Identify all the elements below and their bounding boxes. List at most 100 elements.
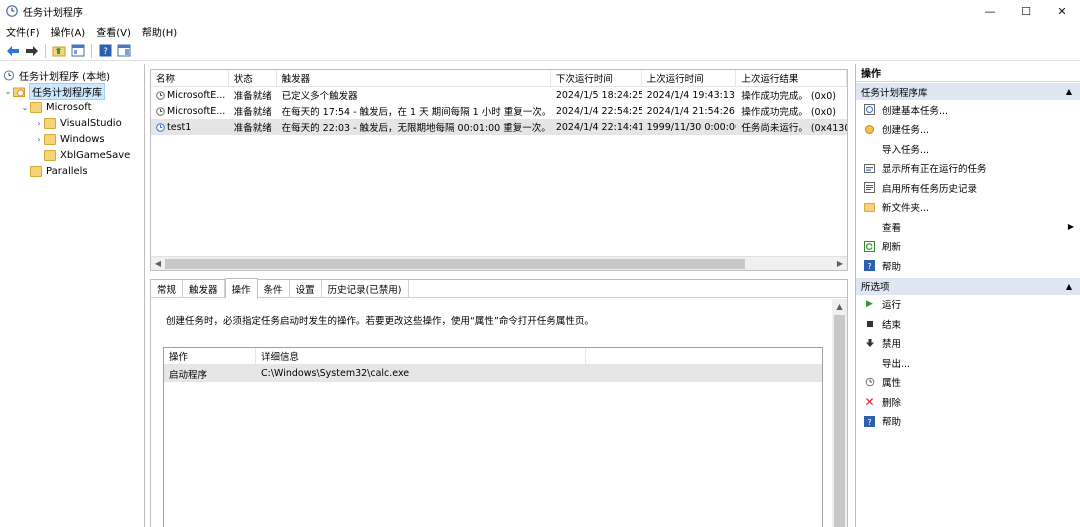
- details-pane: 常规 触发器 操作 条件 设置 历史记录(已禁用) 创建任务时，必须指定任务启动…: [150, 278, 848, 527]
- action-type-cell: 启动程序: [169, 369, 208, 381]
- column-header-trigger[interactable]: 触发器: [277, 70, 551, 86]
- table-row[interactable]: MicrosoftE... 准备就绪 在每天的 17:54 - 触发后，在 1 …: [151, 103, 847, 119]
- scroll-up-icon[interactable]: ▲: [832, 299, 847, 313]
- horizontal-scrollbar[interactable]: ◀ ▶: [151, 256, 847, 270]
- chevron-right-icon[interactable]: ›: [34, 135, 44, 144]
- task-last-result-cell: 任务尚未运行。 (0x4130: [741, 123, 848, 134]
- table-row[interactable]: 启动程序 C:\Windows\System32\calc.exe: [164, 365, 822, 382]
- toolbar-separator: [45, 43, 46, 58]
- collapse-icon[interactable]: ▲: [1066, 282, 1072, 291]
- menu-view[interactable]: 查看(V): [90, 24, 136, 39]
- tab-conditions[interactable]: 条件: [258, 280, 290, 297]
- help-icon: ?: [99, 44, 111, 57]
- blank-icon: [864, 143, 875, 154]
- action-end[interactable]: 结束: [856, 314, 1080, 334]
- action-new-folder[interactable]: 新文件夹...: [856, 198, 1080, 218]
- tree-node-windows[interactable]: › Windows: [0, 131, 144, 147]
- column-header-status[interactable]: 状态: [229, 70, 277, 86]
- action-create-task[interactable]: 创建任务...: [856, 120, 1080, 140]
- task-last-run-cell: 2024/1/4 19:43:13: [646, 89, 735, 101]
- column-header-last-run[interactable]: 上次运行时间: [642, 70, 737, 86]
- create-task-icon: [864, 124, 875, 135]
- action-run[interactable]: ▶ 运行: [856, 295, 1080, 315]
- action-show-running-tasks[interactable]: 显示所有正在运行的任务: [856, 159, 1080, 179]
- tree-label: Parallels: [46, 165, 88, 177]
- tree-label: Windows: [60, 133, 105, 145]
- console-tree: 任务计划程序 (本地) ⌄ 任务计划程序库 ⌄ Microsoft › Visu…: [0, 64, 145, 527]
- scrollbar-thumb[interactable]: [834, 315, 845, 527]
- column-header-last-result[interactable]: 上次运行结果: [736, 70, 848, 86]
- action-enable-history[interactable]: 启用所有任务历史记录: [856, 178, 1080, 198]
- column-header-details[interactable]: 详细信息: [256, 348, 586, 364]
- chevron-down-icon[interactable]: ⌄: [3, 87, 13, 96]
- back-button[interactable]: [5, 43, 21, 59]
- create-basic-task-icon: [864, 104, 875, 116]
- section-header-selected-item[interactable]: 所选项 ▲: [856, 277, 1080, 295]
- close-button[interactable]: ✕: [1044, 0, 1080, 22]
- tab-actions[interactable]: 操作: [224, 278, 258, 299]
- tree-node-parallels[interactable]: Parallels: [0, 163, 144, 179]
- maximize-button[interactable]: ☐: [1008, 0, 1044, 22]
- stop-icon: [864, 318, 875, 329]
- task-trigger-cell: 已定义多个触发器: [281, 91, 358, 102]
- running-tasks-icon: [864, 163, 875, 174]
- history-icon: [864, 182, 875, 194]
- task-list: 名称 状态 触发器 下次运行时间 上次运行时间 上次运行结果 Microsoft…: [150, 69, 848, 271]
- scroll-right-icon[interactable]: ▶: [833, 257, 847, 271]
- action-refresh[interactable]: 刷新: [856, 237, 1080, 257]
- action-pane-icon: [117, 44, 131, 57]
- action-create-basic-task[interactable]: 创建基本任务...: [856, 100, 1080, 120]
- tab-general[interactable]: 常规: [151, 280, 184, 297]
- section-header-library[interactable]: 任务计划程序库 ▲: [856, 83, 1080, 100]
- minimize-button[interactable]: —: [972, 0, 1008, 22]
- help-icon: ?: [864, 260, 875, 272]
- tab-history[interactable]: 历史记录(已禁用): [322, 280, 409, 297]
- chevron-down-icon[interactable]: ⌄: [20, 103, 30, 112]
- up-folder-button[interactable]: [51, 43, 67, 59]
- task-next-run-cell: 2024/1/5 18:24:25: [555, 89, 642, 101]
- task-status-cell: 准备就绪: [233, 107, 272, 118]
- help-icon: ?: [864, 415, 875, 427]
- tree-node-root[interactable]: 任务计划程序 (本地): [0, 67, 144, 83]
- action-disable[interactable]: 禁用: [856, 334, 1080, 354]
- action-view[interactable]: 查看 ▶: [856, 217, 1080, 237]
- table-row[interactable]: MicrosoftE... 准备就绪 已定义多个触发器 2024/1/5 18:…: [151, 87, 847, 103]
- show-hide-console-tree-button[interactable]: [70, 43, 86, 59]
- action-table-header: 操作 详细信息: [164, 348, 822, 365]
- tree-label: VisualStudio: [60, 117, 122, 129]
- scroll-left-icon[interactable]: ◀: [151, 257, 165, 271]
- action-import-task[interactable]: 导入任务...: [856, 139, 1080, 159]
- show-hide-action-pane-button[interactable]: [116, 43, 132, 59]
- task-next-run-cell: 2024/1/4 22:14:41: [555, 121, 642, 133]
- table-row[interactable]: test1 准备就绪 在每天的 22:03 - 触发后，无限期地每隔 00:01…: [151, 119, 847, 135]
- blank-icon: [864, 221, 875, 232]
- folder-icon: [44, 133, 56, 145]
- action-delete[interactable]: ✕ 删除: [856, 392, 1080, 412]
- chevron-right-icon[interactable]: ›: [34, 119, 44, 128]
- menu-help[interactable]: 帮助(H): [136, 24, 182, 39]
- tree-node-visualstudio[interactable]: › VisualStudio: [0, 115, 144, 131]
- tree-node-library[interactable]: ⌄ 任务计划程序库: [0, 82, 144, 100]
- forward-button[interactable]: [24, 43, 40, 59]
- action-help[interactable]: ? 帮助: [856, 256, 1080, 276]
- menu-action[interactable]: 操作(A): [45, 24, 91, 39]
- action-properties[interactable]: 属性: [856, 373, 1080, 393]
- column-header-next-run[interactable]: 下次运行时间: [551, 70, 642, 86]
- vertical-scrollbar[interactable]: ▲: [832, 299, 847, 527]
- folder-icon: [864, 202, 875, 212]
- tab-settings[interactable]: 设置: [290, 280, 322, 297]
- action-help-selected[interactable]: ? 帮助: [856, 412, 1080, 432]
- folder-up-icon: [52, 46, 66, 57]
- action-export[interactable]: 导出...: [856, 353, 1080, 373]
- tree-node-xblgamesave[interactable]: XblGameSave: [0, 147, 144, 163]
- tab-triggers[interactable]: 触发器: [183, 280, 225, 297]
- help-toolbar-button[interactable]: ?: [97, 43, 113, 59]
- task-last-result-cell: 操作成功完成。 (0x0): [741, 91, 836, 102]
- tree-node-microsoft[interactable]: ⌄ Microsoft: [0, 99, 144, 115]
- scrollbar-thumb[interactable]: [165, 259, 745, 269]
- column-header-name[interactable]: 名称: [151, 70, 229, 86]
- menu-bar: 文件(F) 操作(A) 查看(V) 帮助(H): [0, 22, 1080, 40]
- collapse-icon[interactable]: ▲: [1066, 87, 1072, 96]
- menu-file[interactable]: 文件(F): [0, 24, 45, 39]
- column-header-action[interactable]: 操作: [164, 348, 256, 364]
